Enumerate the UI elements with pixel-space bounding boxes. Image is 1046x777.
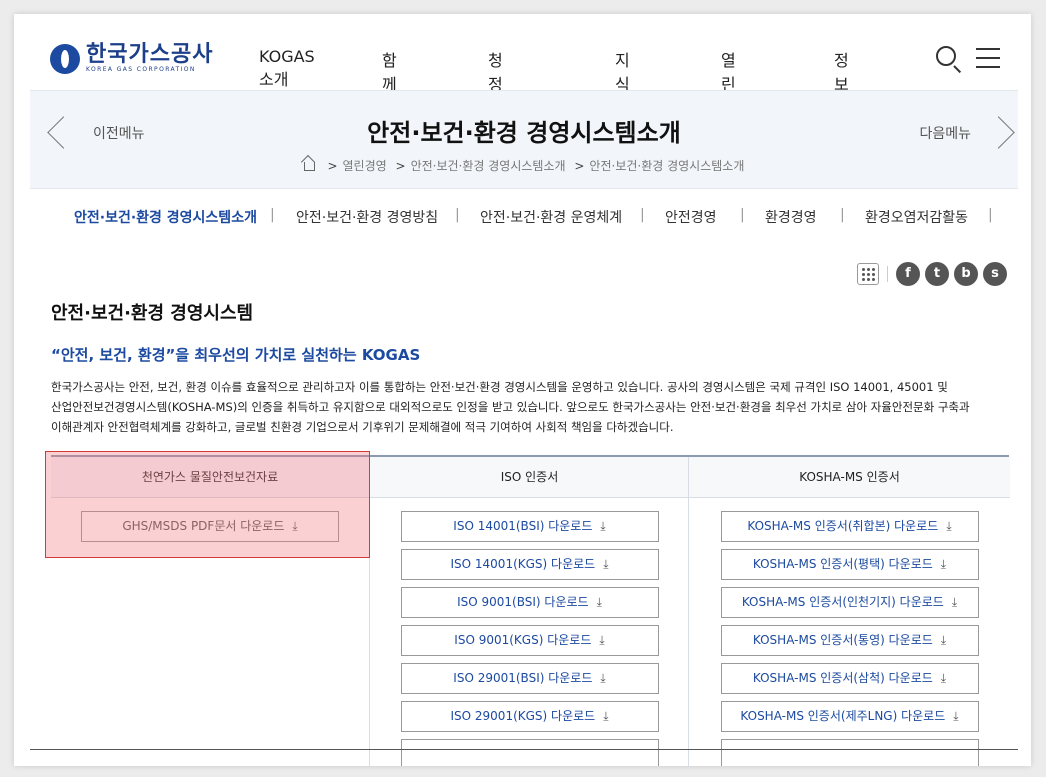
logo-english-text: KOREA GAS CORPORATION <box>86 66 196 73</box>
download-button[interactable]: KOSHA-MS 인증서(인천기지) 다운로드 ⤓ <box>720 587 979 618</box>
download-arrow-icon: ⤓ <box>940 633 947 647</box>
download-arrow-icon: ⤓ <box>953 709 959 723</box>
site-header: 한국가스공사 KOREA GAS CORPORATION KOGAS소개 함께해… <box>14 14 1031 166</box>
highlight-box <box>45 451 370 558</box>
page-title: 안전·보건·환경 경영시스템소개 <box>367 119 681 147</box>
breadcrumb-item[interactable]: 열린경영 <box>343 159 387 173</box>
facebook-icon[interactable]: f <box>896 262 920 286</box>
download-arrow-icon: ⤓ <box>603 557 609 571</box>
gnb-item-kogas[interactable]: KOGAS소개 <box>259 47 315 90</box>
tab-environment-management[interactable]: 환경경영 <box>765 207 817 227</box>
download-button[interactable]: ISO 9001(BSI) 다운로드 ⤓ <box>400 587 659 618</box>
next-menu-button[interactable]: 다음메뉴 <box>919 116 1015 149</box>
description-line: 산업안전보건경영시스템(KOSHA-MS)의 인증을 취득하고 유지함으로 대외… <box>51 400 970 414</box>
download-arrow-icon: ⤓ <box>596 595 602 609</box>
download-arrow-icon: ⤓ <box>600 519 606 533</box>
sub-visual: 이전메뉴 안전·보건·환경 경영시스템소개 > 열린경영 > 안전·보건·환경 경영… <box>30 90 1018 189</box>
tab-ehs-system-intro[interactable]: 안전·보건·환경 경영시스템소개 <box>74 207 257 227</box>
breadcrumb: > 열린경영 > 안전·보건·환경 경영시스템소개 > 안전·보건·환경 경영시스템소… <box>30 157 1018 174</box>
download-button[interactable]: KOSHA-MS 인증서(취합본) 다운로드 ⤓ <box>720 511 979 542</box>
download-button[interactable]: KOSHA-MS 인증서(제주LNG) 다운로드 ⤓ <box>720 701 979 732</box>
download-arrow-icon: ⤓ <box>603 709 609 723</box>
grid-icon[interactable] <box>857 263 879 285</box>
share-bar: f t b s <box>857 262 1012 286</box>
breadcrumb-item[interactable]: 안전·보건·환경 경영시스템소개 <box>589 159 744 173</box>
download-arrow-icon: ⤓ <box>599 633 605 647</box>
description-line: 이해관계자 안전협력체계를 강화하고, 글로벌 친환경 기업으로서 기후위기 문… <box>51 420 674 434</box>
search-icon[interactable] <box>936 46 956 66</box>
download-arrow-icon: ⤓ <box>940 557 947 571</box>
logo-korean-text: 한국가스공사 <box>86 42 214 67</box>
download-button[interactable]: ISO 29001(BSI) 다운로드 ⤓ <box>400 663 659 694</box>
download-button-partial[interactable] <box>400 739 659 766</box>
next-menu-label: 다음메뉴 <box>919 125 971 142</box>
download-arrow-icon: ⤓ <box>946 519 952 533</box>
column-header: ISO 인증서 <box>370 457 689 498</box>
home-icon[interactable] <box>303 162 315 171</box>
bottom-divider <box>30 749 1018 750</box>
chevron-right-icon <box>982 116 1015 149</box>
download-arrow-icon: ⤓ <box>940 671 947 685</box>
tab-safety-management[interactable]: 안전경영 <box>665 207 717 227</box>
page-frame: 한국가스공사 KOREA GAS CORPORATION KOGAS소개 함께해… <box>14 14 1031 766</box>
breadcrumb-item[interactable]: 안전·보건·환경 경영시스템소개 <box>411 159 566 173</box>
column-header: KOSHA-MS 인증서 <box>689 457 1010 498</box>
description-line: 한국가스공사는 안전, 보건, 환경 이슈를 효율적으로 관리하고자 이를 통합… <box>51 380 948 394</box>
description: 한국가스공사는 안전, 보건, 환경 이슈를 효율적으로 관리하고자 이를 통합… <box>51 377 1001 437</box>
download-button[interactable]: ISO 29001(KGS) 다운로드 ⤓ <box>400 701 659 732</box>
twitter-icon[interactable]: t <box>925 262 949 286</box>
download-button[interactable]: KOSHA-MS 인증서(평택) 다운로드 ⤓ <box>720 549 979 580</box>
kogas-logo[interactable]: 한국가스공사 KOREA GAS CORPORATION <box>50 42 213 76</box>
tab-ehs-operation[interactable]: 안전·보건·환경 운영체계 <box>480 207 622 227</box>
story-icon[interactable]: s <box>983 262 1007 286</box>
download-button-partial[interactable] <box>720 739 979 766</box>
kogas-flame-icon <box>50 44 80 74</box>
kosha-column: KOSHA-MS 인증서 KOSHA-MS 인증서(취합본) 다운로드 ⤓ KOS… <box>688 457 1010 766</box>
iso-column: ISO 인증서 ISO 14001(BSI) 다운로드 ⤓ ISO 14001(K… <box>369 457 689 766</box>
hamburger-menu-icon[interactable] <box>976 48 1000 68</box>
blog-icon[interactable]: b <box>954 262 978 286</box>
tab-ehs-policy[interactable]: 안전·보건·환경 경영방침 <box>296 207 438 227</box>
tab-pollution-reduction[interactable]: 환경오염저감활동 <box>865 207 968 227</box>
lead-text: “안전, 보건, 환경”을 최우선의 가치로 실천하는 KOGAS <box>51 346 421 364</box>
download-arrow-icon: ⤓ <box>951 595 958 609</box>
download-button[interactable]: KOSHA-MS 인증서(통영) 다운로드 ⤓ <box>720 625 979 656</box>
download-button[interactable]: ISO 14001(BSI) 다운로드 ⤓ <box>400 511 659 542</box>
section-heading: 안전·보건·환경 경영시스템 <box>51 303 254 324</box>
download-button[interactable]: ISO 9001(KGS) 다운로드 ⤓ <box>400 625 659 656</box>
download-button[interactable]: KOSHA-MS 인증서(삼척) 다운로드 ⤓ <box>720 663 979 694</box>
download-button[interactable]: ISO 14001(KGS) 다운로드 ⤓ <box>400 549 659 580</box>
download-arrow-icon: ⤓ <box>600 671 606 685</box>
